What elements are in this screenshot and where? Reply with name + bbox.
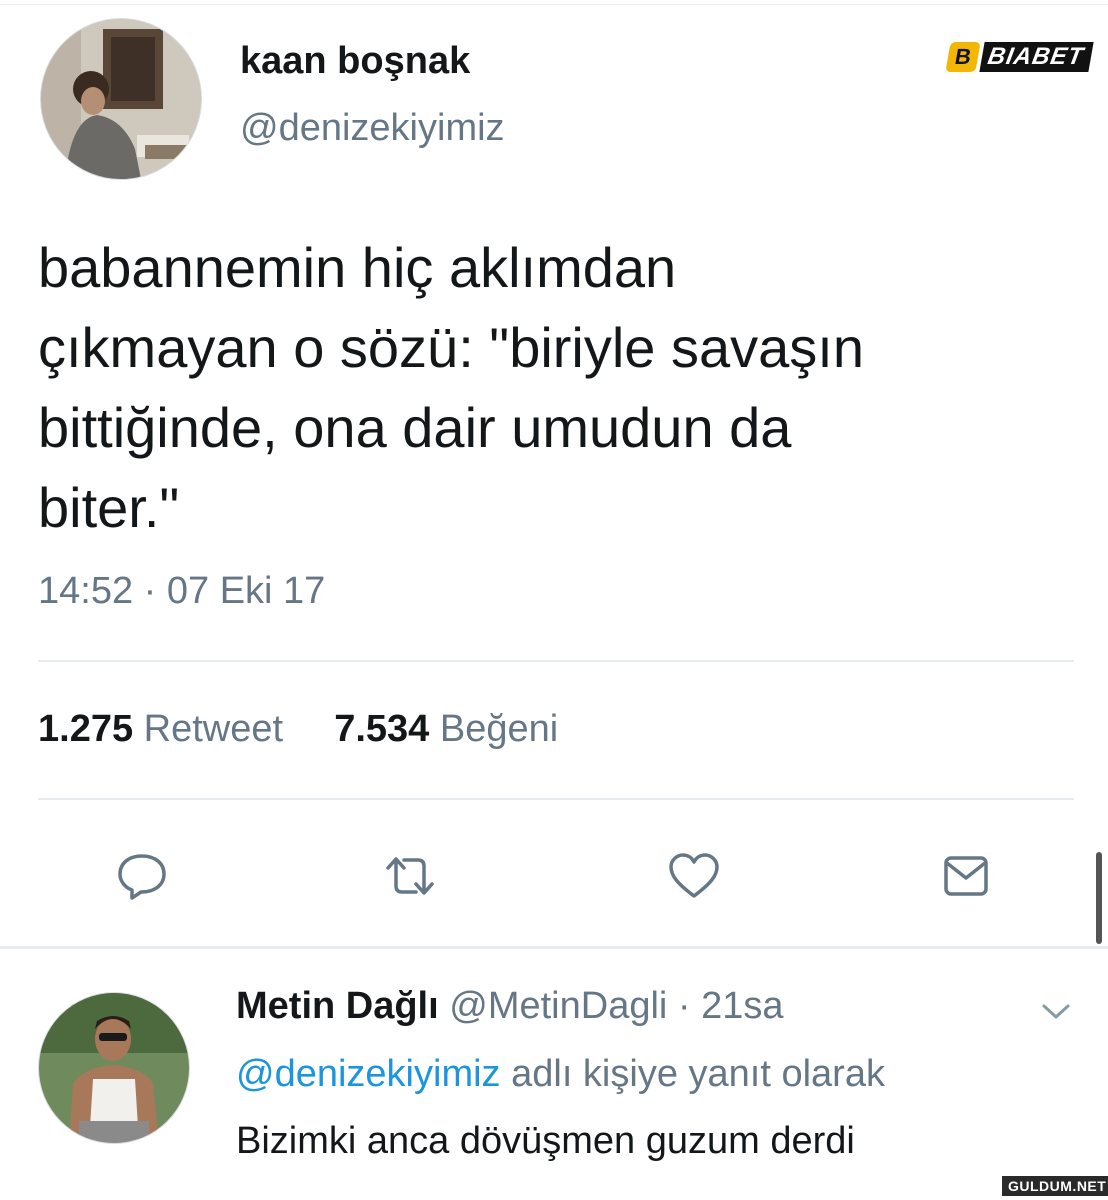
divider [38, 798, 1074, 800]
direct-message-icon [944, 856, 988, 896]
author-avatar-image [41, 19, 201, 179]
reply-context: @denizekiyimiz adlı kişiye yanıt olarak [236, 1053, 885, 1096]
reply-author-avatar[interactable] [38, 992, 190, 1144]
top-divider [0, 4, 1108, 5]
reply-to-mention[interactable]: @denizekiyimiz [236, 1053, 501, 1095]
like-icon [669, 853, 719, 898]
brand-text: BIABET [979, 42, 1094, 72]
author-display-name[interactable]: kaan boşnak [240, 40, 470, 83]
tweet-text-line: bittiğinde, ona dair umudun da [38, 396, 792, 459]
reply-separator: · [677, 985, 691, 1027]
author-handle[interactable]: @denizekiyimiz [240, 107, 505, 150]
retweet-label[interactable]: Retweet [144, 708, 283, 750]
reply-icon [118, 854, 166, 900]
reply-options-button[interactable] [1038, 998, 1074, 1024]
reply-author-handle[interactable]: @MetinDagli [449, 985, 667, 1027]
tweet-timestamp[interactable]: 14:52 · 07 Eki 17 [38, 570, 325, 613]
direct-message-button[interactable] [936, 848, 996, 904]
reply-author-avatar-image [39, 993, 189, 1143]
retweet-button[interactable] [380, 848, 440, 904]
brand-mark: B [945, 42, 981, 72]
tweet-text-line: babannemin hiç aklımdan [38, 236, 677, 299]
like-button[interactable] [664, 848, 724, 904]
divider [38, 660, 1074, 662]
reply-author-name[interactable]: Metin Dağlı [236, 985, 439, 1027]
chevron-down-icon [1042, 1004, 1070, 1019]
brand-logo: B BIABET [945, 40, 1094, 74]
retweet-count[interactable]: 1.275 [38, 708, 133, 750]
reply-to-label: adlı kişiye yanıt olarak [511, 1053, 885, 1095]
author-avatar[interactable] [40, 18, 202, 180]
reply-button[interactable] [112, 848, 172, 904]
scrollbar[interactable] [1096, 852, 1102, 944]
reply-header: Metin Dağlı @MetinDagli · 21sa [236, 985, 784, 1028]
watermark: GULDUM.NET [1002, 1176, 1108, 1196]
retweet-icon [386, 857, 434, 895]
divider [0, 946, 1108, 949]
like-label[interactable]: Beğeni [440, 708, 558, 750]
tweet-text-line: çıkmayan o sözü: "biriyle savaşın [38, 316, 864, 379]
like-count[interactable]: 7.534 [334, 708, 429, 750]
tweet-text-line: biter." [38, 476, 180, 539]
reply-text: Bizimki anca dövüşmen guzum derdi [236, 1120, 855, 1162]
reply-time[interactable]: 21sa [701, 985, 783, 1027]
tweet-text: babannemin hiç aklımdan çıkmayan o sözü:… [38, 228, 1078, 548]
tweet-stats: 1.275 Retweet 7.534 Beğeni [38, 708, 558, 751]
